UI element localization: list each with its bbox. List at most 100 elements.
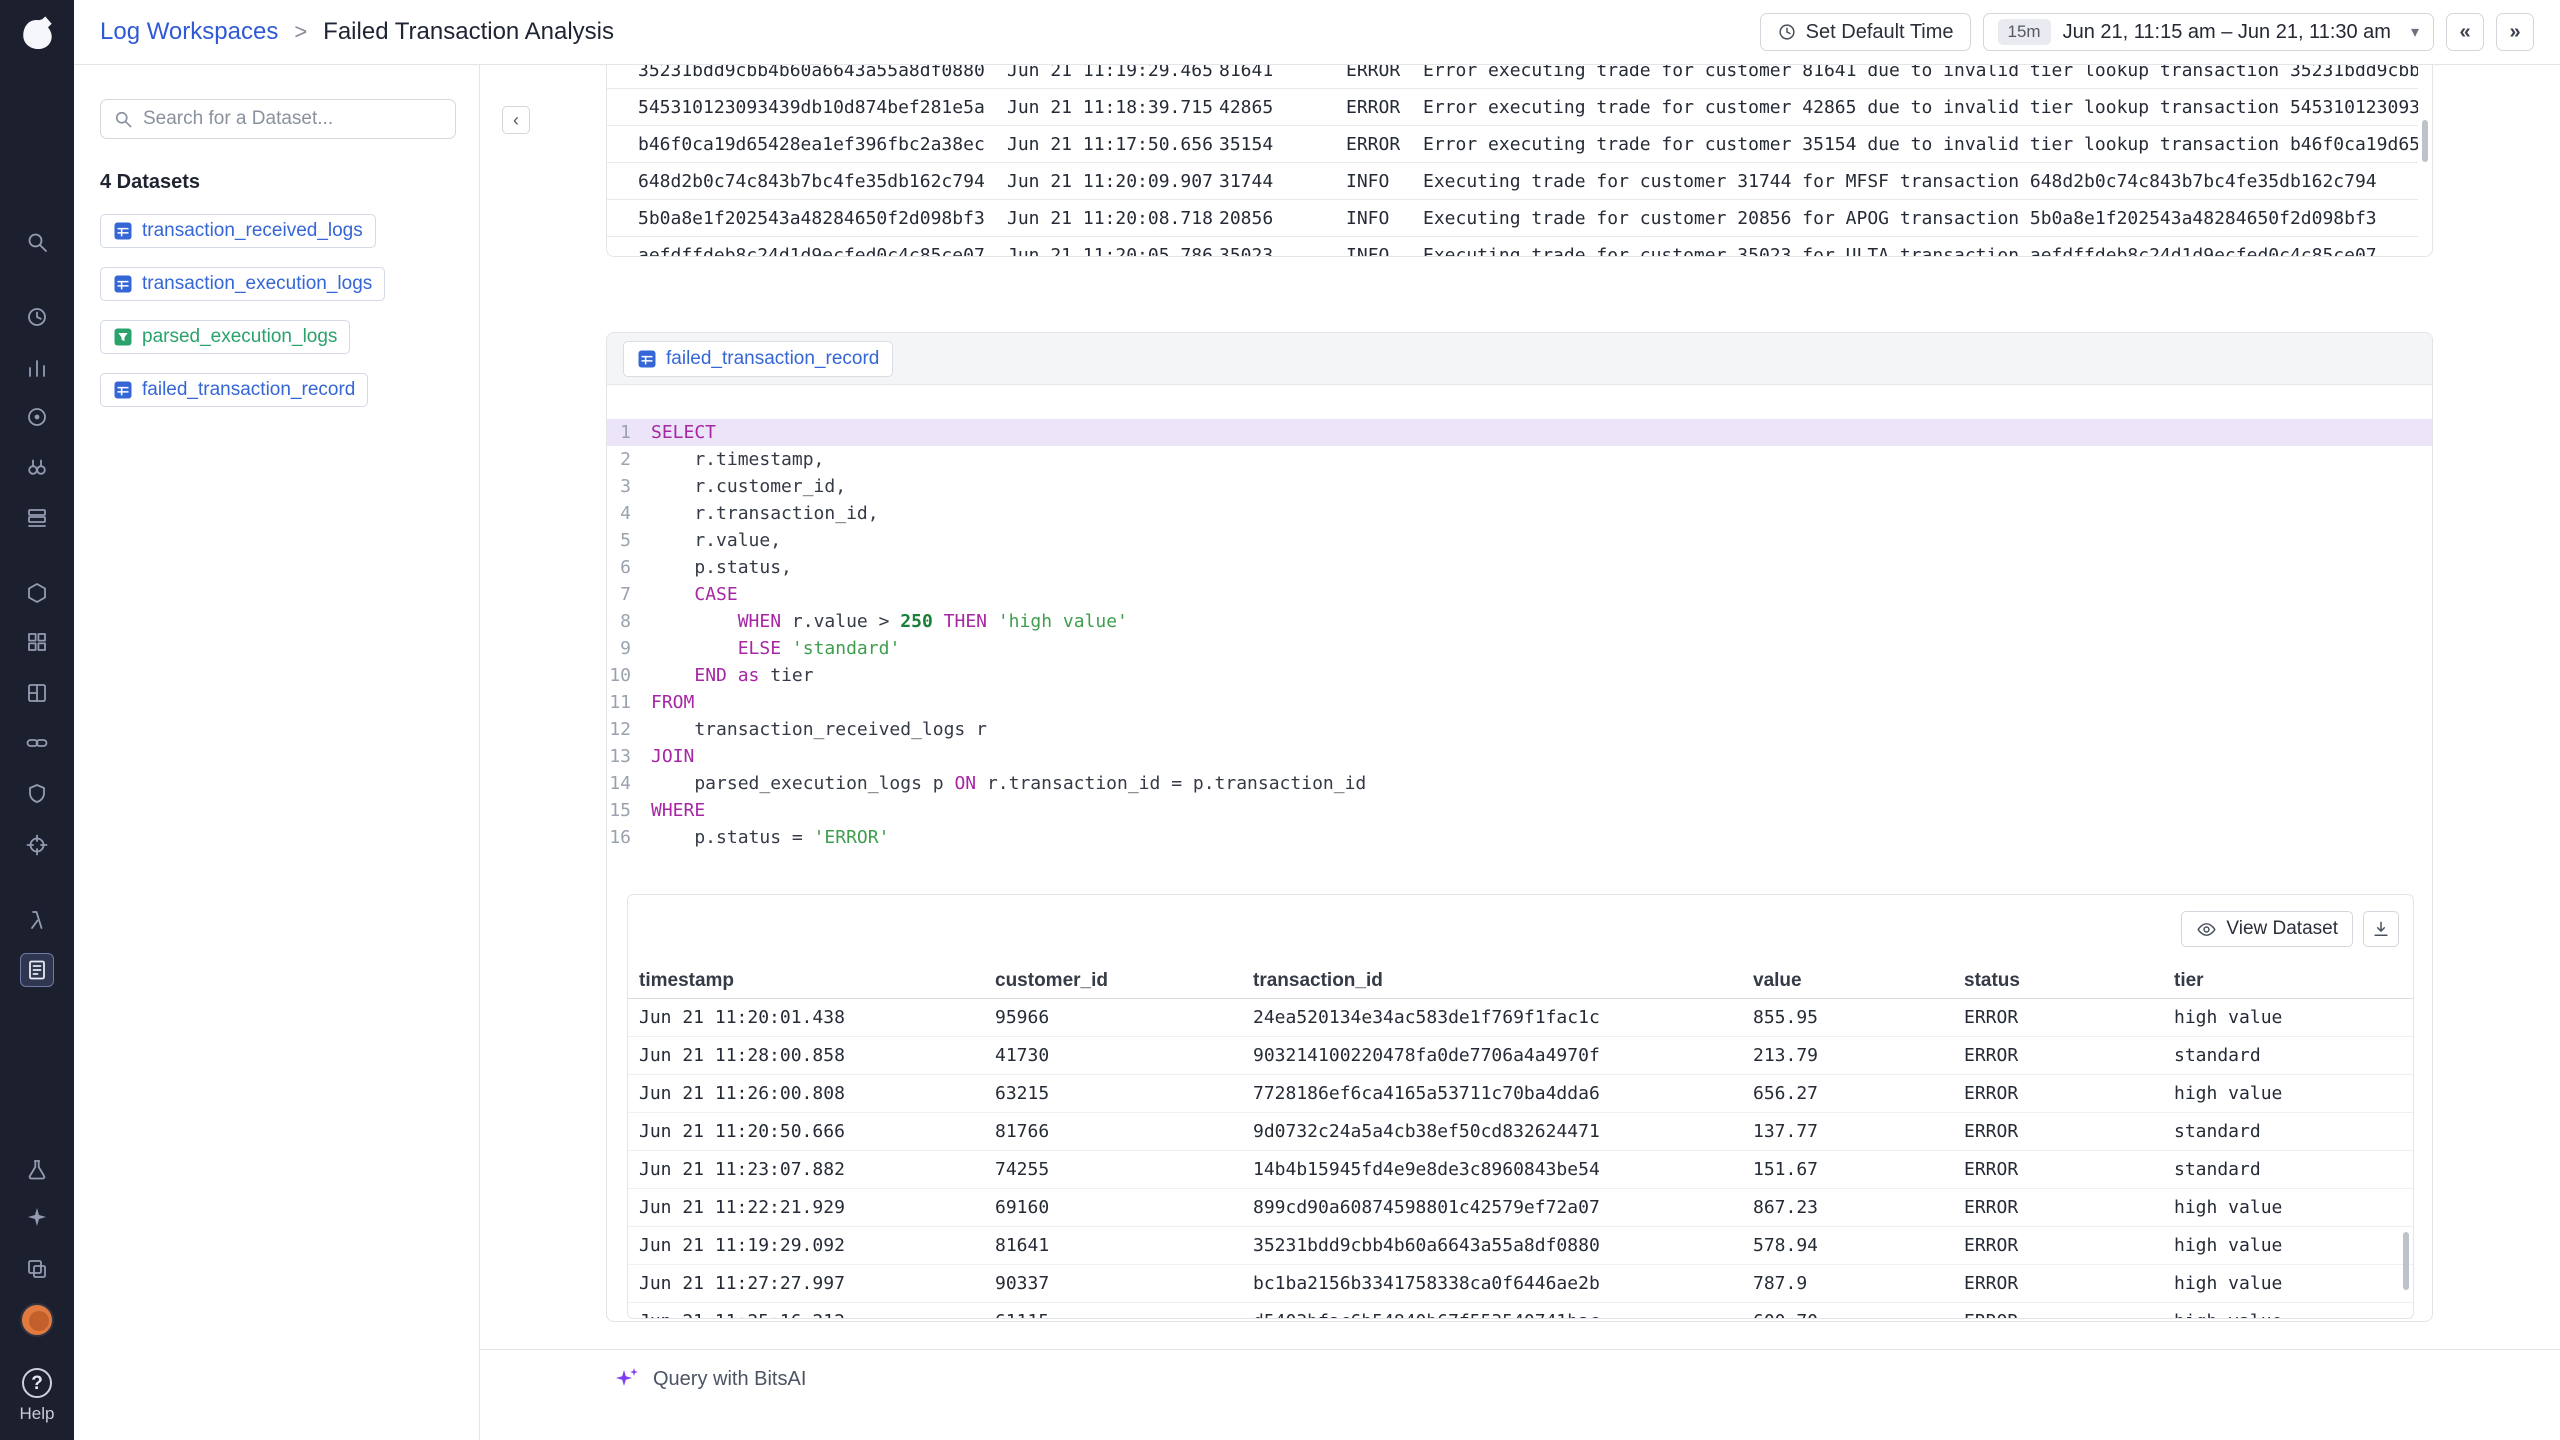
line-number: 14 <box>607 770 651 797</box>
dataset-chip-label: failed_transaction_record <box>666 348 879 370</box>
download-button[interactable] <box>2363 911 2399 947</box>
line-number: 8 <box>607 608 651 635</box>
dataset-chip-transaction_received_logs[interactable]: transaction_received_logs <box>100 214 376 248</box>
integrations-icon[interactable] <box>20 726 54 760</box>
results-row[interactable]: Jun 21 11:20:01.4389596624ea520134e34ac5… <box>628 999 2413 1037</box>
log-table-row[interactable]: aefdffdeb8c24d1d9ecfed0c4c85ce07Jun 21 1… <box>607 237 2418 257</box>
security-icon[interactable] <box>20 777 54 811</box>
results-header-row: timestampcustomer_idtransaction_idvalues… <box>628 963 2413 999</box>
line-number: 13 <box>607 743 651 770</box>
sql-line[interactable]: 2 r.timestamp, <box>607 446 2432 473</box>
synthetics-icon[interactable] <box>20 828 54 862</box>
bitsai-query-label[interactable]: Query with BitsAI <box>653 1366 806 1392</box>
line-number: 5 <box>607 527 651 554</box>
watchdog-icon[interactable] <box>20 400 54 434</box>
results-row[interactable]: Jun 21 11:28:00.85841730903214100220478f… <box>628 1037 2413 1075</box>
page-title: Failed Transaction Analysis <box>323 18 614 46</box>
apm-icon[interactable] <box>20 576 54 610</box>
metrics-icon[interactable] <box>20 351 54 385</box>
history-icon[interactable] <box>20 300 54 334</box>
help-button[interactable]: ? Help <box>0 1368 74 1424</box>
dataset-chip-label: transaction_execution_logs <box>142 273 372 295</box>
bits-ai-sparkle-icon <box>614 1366 640 1397</box>
table-icon <box>113 380 133 400</box>
transform-icon <box>113 327 133 347</box>
time-shift-forward-button[interactable]: » <box>2496 13 2534 51</box>
results-panel: View Dataset timestampcustomer_idtransac… <box>627 894 2414 1319</box>
dataset-search-input[interactable] <box>143 108 443 130</box>
log-workspaces-icon[interactable] <box>20 953 54 987</box>
log-table-row[interactable]: b46f0ca19d65428ea1ef396fbc2a38ecJun 21 1… <box>607 126 2418 163</box>
set-default-time-button[interactable]: Set Default Time <box>1760 13 1971 51</box>
top-header: Log Workspaces > Failed Transaction Anal… <box>74 0 2560 65</box>
sql-line[interactable]: 16 p.status = 'ERROR' <box>607 824 2432 851</box>
sql-line[interactable]: 1SELECT <box>607 419 2432 446</box>
datadog-logo[interactable] <box>15 10 59 54</box>
query-cell: failed_transaction_record 1SELECT2 r.tim… <box>606 332 2433 1322</box>
infrastructure-icon[interactable] <box>20 501 54 535</box>
line-number: 4 <box>607 500 651 527</box>
results-toolbar: View Dataset <box>628 895 2413 963</box>
scrollbar-thumb[interactable] <box>2403 1232 2409 1290</box>
workspaces-icon[interactable] <box>20 1252 54 1286</box>
log-table-row[interactable]: 5b0a8e1f202543a48284650f2d098bf3Jun 21 1… <box>607 200 2418 237</box>
sql-line[interactable]: 4 r.transaction_id, <box>607 500 2432 527</box>
bits-ai-icon[interactable] <box>20 1200 54 1234</box>
dashboards-icon[interactable] <box>20 676 54 710</box>
app-root: ? Help Log Workspaces > Failed Transacti… <box>0 0 2560 1440</box>
time-shift-back-button[interactable]: « <box>2446 13 2484 51</box>
results-column-header[interactable]: status <box>1964 970 2174 992</box>
results-row[interactable]: Jun 21 11:22:21.92969160899cd90a60874598… <box>628 1189 2413 1227</box>
table-icon <box>113 221 133 241</box>
sql-line[interactable]: 11FROM <box>607 689 2432 716</box>
sql-line[interactable]: 14 parsed_execution_logs p ON r.transact… <box>607 770 2432 797</box>
results-row[interactable]: Jun 21 11:20:50.666817669d0732c24a5a4cb3… <box>628 1113 2413 1151</box>
results-column-header[interactable]: transaction_id <box>1253 970 1753 992</box>
sql-line[interactable]: 6 p.status, <box>607 554 2432 581</box>
breadcrumb-separator-icon: > <box>294 19 307 45</box>
serverless-icon[interactable] <box>20 903 54 937</box>
view-dataset-button[interactable]: View Dataset <box>2181 911 2353 947</box>
log-table-row[interactable]: 35231bdd9cbb4b60a6643a55a8df0880Jun 21 1… <box>607 65 2418 89</box>
user-avatar[interactable] <box>20 1303 54 1337</box>
dataset-list: transaction_received_logs transaction_exe… <box>100 214 453 426</box>
results-row[interactable]: Jun 21 11:23:07.8827425514b4b15945fd4e9e… <box>628 1151 2413 1189</box>
dataset-chip-parsed_execution_logs[interactable]: parsed_execution_logs <box>100 320 350 354</box>
sql-line[interactable]: 15WHERE <box>607 797 2432 824</box>
sql-editor[interactable]: 1SELECT2 r.timestamp,3 r.customer_id,4 r… <box>607 385 2432 851</box>
dataset-chip-transaction_execution_logs[interactable]: transaction_execution_logs <box>100 267 385 301</box>
breadcrumb-log-workspaces[interactable]: Log Workspaces <box>100 18 278 46</box>
log-table-row[interactable]: 545310123093439db10d874bef281e5aJun 21 1… <box>607 89 2418 126</box>
labs-icon[interactable] <box>20 1153 54 1187</box>
collapse-panel-button[interactable]: ‹ <box>502 106 530 134</box>
log-table-cell: 35231bdd9cbb4b60a6643a55a8df0880Jun 21 1… <box>606 65 2433 257</box>
search-icon[interactable] <box>20 225 54 259</box>
log-table-row[interactable]: 648d2b0c74c843b7bc4fe35db162c794Jun 21 1… <box>607 163 2418 200</box>
results-column-header[interactable]: customer_id <box>995 970 1253 992</box>
sql-line[interactable]: 13JOIN <box>607 743 2432 770</box>
sql-line[interactable]: 9 ELSE 'standard' <box>607 635 2432 662</box>
set-default-time-label: Set Default Time <box>1806 21 1954 44</box>
results-column-header[interactable]: tier <box>2174 970 2413 992</box>
scrollbar-thumb[interactable] <box>2422 120 2428 162</box>
results-row[interactable]: Jun 21 11:26:00.808632157728186ef6ca4165… <box>628 1075 2413 1113</box>
dataset-chip-failed-transaction-record[interactable]: failed_transaction_record <box>623 341 893 377</box>
processes-icon[interactable] <box>20 625 54 659</box>
sql-line[interactable]: 12 transaction_received_logs r <box>607 716 2432 743</box>
chevron-down-icon: ▾ <box>2411 22 2419 42</box>
sql-line[interactable]: 10 END as tier <box>607 662 2432 689</box>
results-row[interactable]: Jun 21 11:19:29.0928164135231bdd9cbb4b60… <box>628 1227 2413 1265</box>
time-range-picker[interactable]: 15m Jun 21, 11:15 am – Jun 21, 11:30 am … <box>1983 13 2434 51</box>
results-column-header[interactable]: value <box>1753 970 1964 992</box>
dataset-chip-failed_transaction_record[interactable]: failed_transaction_record <box>100 373 368 407</box>
search-icon <box>113 109 133 129</box>
results-column-header[interactable]: timestamp <box>639 970 995 992</box>
livetail-icon[interactable] <box>20 450 54 484</box>
sql-line[interactable]: 3 r.customer_id, <box>607 473 2432 500</box>
results-row[interactable]: Jun 21 11:25:16.21261115d5403bfac6b54840… <box>628 1303 2413 1319</box>
sql-line[interactable]: 5 r.value, <box>607 527 2432 554</box>
sql-line[interactable]: 8 WHEN r.value > 250 THEN 'high value' <box>607 608 2432 635</box>
help-icon: ? <box>22 1368 52 1398</box>
results-row[interactable]: Jun 21 11:27:27.99790337bc1ba2156b334175… <box>628 1265 2413 1303</box>
sql-line[interactable]: 7 CASE <box>607 581 2432 608</box>
